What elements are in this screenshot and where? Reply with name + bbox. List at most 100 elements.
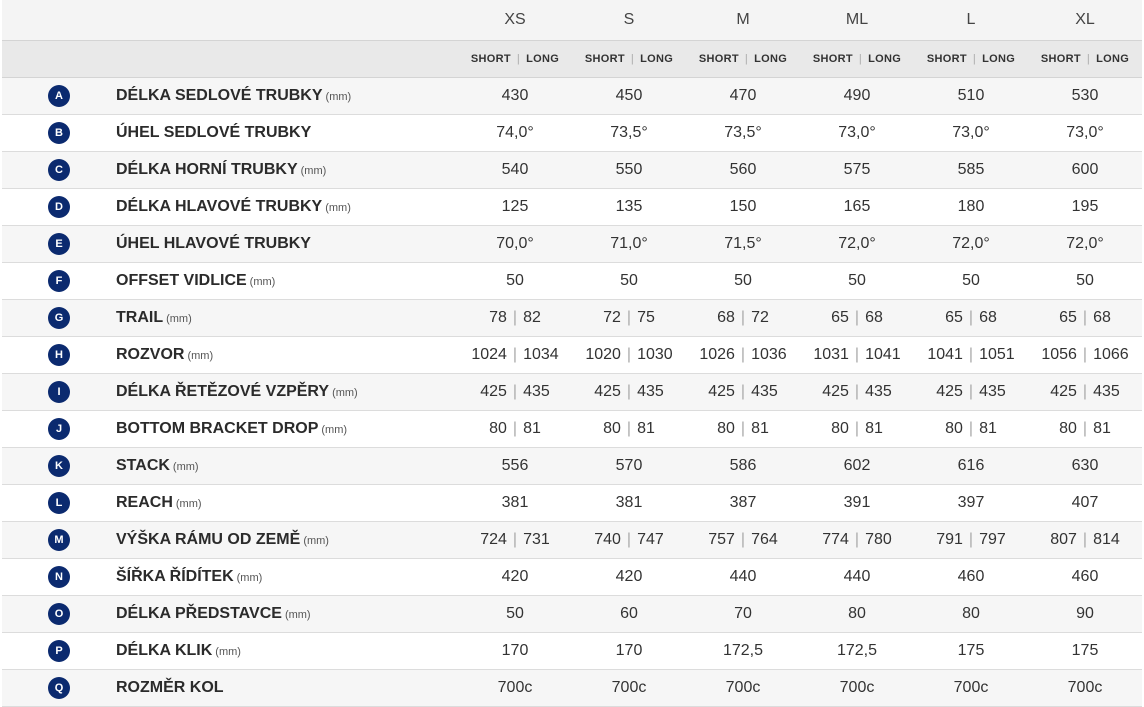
long-label: LONG xyxy=(868,53,902,65)
long-value: 797 xyxy=(979,531,1006,548)
long-value: 1036 xyxy=(751,346,787,363)
table-row: N ŠÍŘKA ŘÍDÍTEK (mm) 420 420 440 440 460 460 xyxy=(2,558,1142,596)
separator: | xyxy=(626,531,632,548)
value-cell: 72,0° xyxy=(914,225,1028,263)
long-label: LONG xyxy=(526,53,560,65)
badge-cell: D xyxy=(2,188,116,226)
value-cell: 774 | 780 xyxy=(800,521,914,559)
size-ml: ML xyxy=(800,0,914,41)
separator: | xyxy=(854,420,860,437)
size-xl: XL xyxy=(1028,0,1142,41)
value: 72,0° xyxy=(1066,235,1104,252)
value: 460 xyxy=(1071,568,1099,585)
separator: | xyxy=(626,420,632,437)
short-value: 791 xyxy=(936,531,963,548)
value: 50 xyxy=(620,272,638,289)
value-pair: 65 | 68 xyxy=(813,309,901,327)
value-cell: 65 | 68 xyxy=(1028,299,1142,337)
header-blank xyxy=(2,0,116,41)
value-cell: 175 xyxy=(914,632,1028,670)
value: 420 xyxy=(501,568,529,585)
long-value: 75 xyxy=(637,309,655,326)
badge-cell: I xyxy=(2,373,116,411)
short-value: 80 xyxy=(831,420,849,437)
value: 470 xyxy=(729,87,757,104)
value-cell: 490 xyxy=(800,77,914,115)
value: 50 xyxy=(506,605,524,622)
value-pair: 425 | 435 xyxy=(813,383,901,401)
short-value: 1056 xyxy=(1041,346,1077,363)
badge-cell: G xyxy=(2,299,116,337)
value-cell: 807 | 814 xyxy=(1028,521,1142,559)
short-long-label: SHORT | LONG xyxy=(686,40,800,78)
short-value: 1026 xyxy=(699,346,735,363)
letter-badge: E xyxy=(48,233,70,255)
separator: | xyxy=(968,531,974,548)
value-cell: 172,5 xyxy=(800,632,914,670)
long-value: 81 xyxy=(865,420,883,437)
letter-badge: F xyxy=(48,270,70,292)
value-cell: 180 xyxy=(914,188,1028,226)
parameter-name-cell: ROZVOR (mm) xyxy=(116,336,458,374)
value: 80 xyxy=(848,605,866,622)
value-cell: 700c xyxy=(800,669,914,707)
value: 381 xyxy=(615,494,643,511)
long-value: 81 xyxy=(637,420,655,437)
separator: | xyxy=(630,53,635,65)
value-cell: 407 xyxy=(1028,484,1142,522)
value-cell: 387 xyxy=(686,484,800,522)
value: 700c xyxy=(839,679,875,696)
value: 80 xyxy=(962,605,980,622)
short-long-label: SHORT | LONG xyxy=(458,40,572,78)
size-header-row: XS S M ML L XL xyxy=(2,0,1142,41)
badge-cell: H xyxy=(2,336,116,374)
value: 460 xyxy=(957,568,985,585)
header-blank xyxy=(116,0,458,41)
parameter-name: OFFSET VIDLICE xyxy=(116,272,247,289)
long-value: 435 xyxy=(1093,383,1120,400)
header-blank xyxy=(116,40,458,78)
separator: | xyxy=(968,346,974,363)
value: 170 xyxy=(501,642,529,659)
value-pair: 1041 | 1051 xyxy=(927,346,1015,364)
parameter-unit: (mm) xyxy=(303,535,329,547)
value-cell: 71,5° xyxy=(686,225,800,263)
value-pair: 425 | 435 xyxy=(1041,383,1129,401)
value-pair: 1056 | 1066 xyxy=(1041,346,1129,364)
short-value: 1031 xyxy=(813,346,849,363)
parameter-unit: (mm) xyxy=(236,572,263,584)
value-cell: 585 xyxy=(914,151,1028,189)
short-label: SHORT xyxy=(698,53,739,65)
value-cell: 616 xyxy=(914,447,1028,485)
parameter-name: ROZVOR xyxy=(116,346,185,363)
short-value: 724 xyxy=(480,531,507,548)
value-pair: 1031 | 1041 xyxy=(813,346,901,364)
value-cell: 391 xyxy=(800,484,914,522)
short-long-header-row: SHORT | LONG SHORT | LONG SHORT | LONG SHORT | LONG… xyxy=(2,40,1142,78)
value-pair: 740 | 747 xyxy=(585,531,673,549)
long-value: 1034 xyxy=(523,346,559,363)
long-label: LONG xyxy=(1096,53,1130,65)
parameter-unit: (mm) xyxy=(187,350,214,362)
value-cell: 50 xyxy=(1028,262,1142,300)
value-pair: 80 | 81 xyxy=(927,420,1015,438)
value-cell: 420 xyxy=(572,558,686,596)
short-long-label: SHORT | LONG xyxy=(572,40,686,78)
badge-cell: N xyxy=(2,558,116,596)
value-cell: 135 xyxy=(572,188,686,226)
value: 560 xyxy=(729,161,757,178)
letter-badge: B xyxy=(48,122,70,144)
value-pair: 80 | 81 xyxy=(585,420,673,438)
letter-badge: J xyxy=(48,418,70,440)
table-row: E ÚHEL HLAVOVÉ TRUBKY 70,0° 71,0° 71,5° 72,0°… xyxy=(2,225,1142,263)
size-m: M xyxy=(686,0,800,41)
parameter-unit: (mm) xyxy=(249,276,276,288)
long-value: 68 xyxy=(979,309,997,326)
parameter-name: ÚHEL SEDLOVÉ TRUBKY xyxy=(116,124,312,141)
parameter-name-cell: ÚHEL SEDLOVÉ TRUBKY xyxy=(116,114,458,152)
letter-badge: O xyxy=(48,603,70,625)
parameter-unit: (mm) xyxy=(300,165,327,177)
value: 530 xyxy=(1071,87,1099,104)
short-value: 65 xyxy=(945,309,963,326)
short-value: 425 xyxy=(1050,383,1077,400)
